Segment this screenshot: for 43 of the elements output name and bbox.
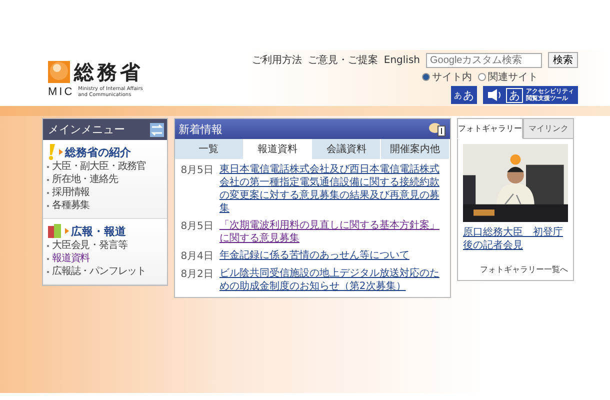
scope-radio[interactable]: 関連サイト <box>478 70 538 84</box>
menu-section-link[interactable]: 広報・報道 <box>71 224 126 238</box>
search-field[interactable]: Googleカスタム検索 <box>426 52 542 68</box>
news-date: 8月4日 <box>180 250 214 263</box>
menu-item[interactable]: 広報誌・パンフレット <box>47 265 163 278</box>
news-date: 8月5日 <box>180 220 214 234</box>
news-title: 新着情報 <box>178 122 223 136</box>
gallery-tab[interactable]: フォトギャラリー <box>457 118 523 139</box>
scope-radio[interactable]: サイト内 <box>422 70 472 84</box>
radio-icon[interactable] <box>478 73 486 81</box>
reader-button[interactable]: あ <box>506 88 523 102</box>
photo-caption-link[interactable]: 原口総務大臣 初登庁後の記者会見 <box>463 226 568 252</box>
menu-item[interactable]: 採用情報 <box>47 186 163 199</box>
news-tab[interactable]: 報道資料 <box>244 139 312 159</box>
news-link[interactable]: 年金記録に係る苦情のあっせん等について <box>219 249 410 263</box>
font-size-button[interactable]: あ あ <box>451 86 477 104</box>
menu-title: メインメニュー <box>48 122 125 137</box>
menu-item[interactable]: 大臣会見・発言等 <box>47 239 163 252</box>
news-link[interactable]: 東日本電信電話株式会社及び西日本電信電話株式会社の第一種指定電気通信設備に関する接続約款の変更案に対する意見募集の結果及び再意見の募集 <box>219 163 444 215</box>
menu-item[interactable]: 所在地・連絡先 <box>47 173 163 186</box>
news-link[interactable]: ビル陰共同受信施設の地上デジタル放送対応のための助成金制度のお知らせ（第2次募集） <box>219 267 444 293</box>
header-link[interactable]: ご意見・ご提案 <box>308 53 378 67</box>
news-date: 8月5日 <box>180 164 214 178</box>
logo-icon <box>48 61 70 83</box>
radio-icon[interactable] <box>422 73 430 81</box>
gallery-tab[interactable]: マイリンク <box>523 118 574 139</box>
menu-section-link[interactable]: 総務省の紹介 <box>65 144 131 160</box>
logo-abbreviation: MIC <box>48 86 74 98</box>
exclamation-icon <box>47 144 57 160</box>
menu-item[interactable]: 大臣・副大臣・政務官 <box>47 160 163 173</box>
swap-icon[interactable] <box>150 122 164 136</box>
speaker-icon[interactable] <box>487 88 503 102</box>
header-link[interactable]: ご利用方法 <box>252 53 302 67</box>
search-button[interactable]: 検索 <box>548 52 578 68</box>
menu-item[interactable]: 報道資料 <box>47 252 163 265</box>
header-link[interactable]: English <box>384 54 420 66</box>
news-date: 8月2日 <box>180 268 214 282</box>
menu-item[interactable]: 各種募集 <box>47 199 163 212</box>
gallery-more-link[interactable]: フォトギャラリー一覧へ <box>480 264 568 275</box>
books-icon <box>47 223 63 239</box>
hand-icon[interactable] <box>428 121 446 137</box>
news-link[interactable]: 「次期電波利用料の見直しに関する基本方針案」に関する意見募集 <box>219 219 444 245</box>
logo-title: 総務省 <box>74 58 143 86</box>
